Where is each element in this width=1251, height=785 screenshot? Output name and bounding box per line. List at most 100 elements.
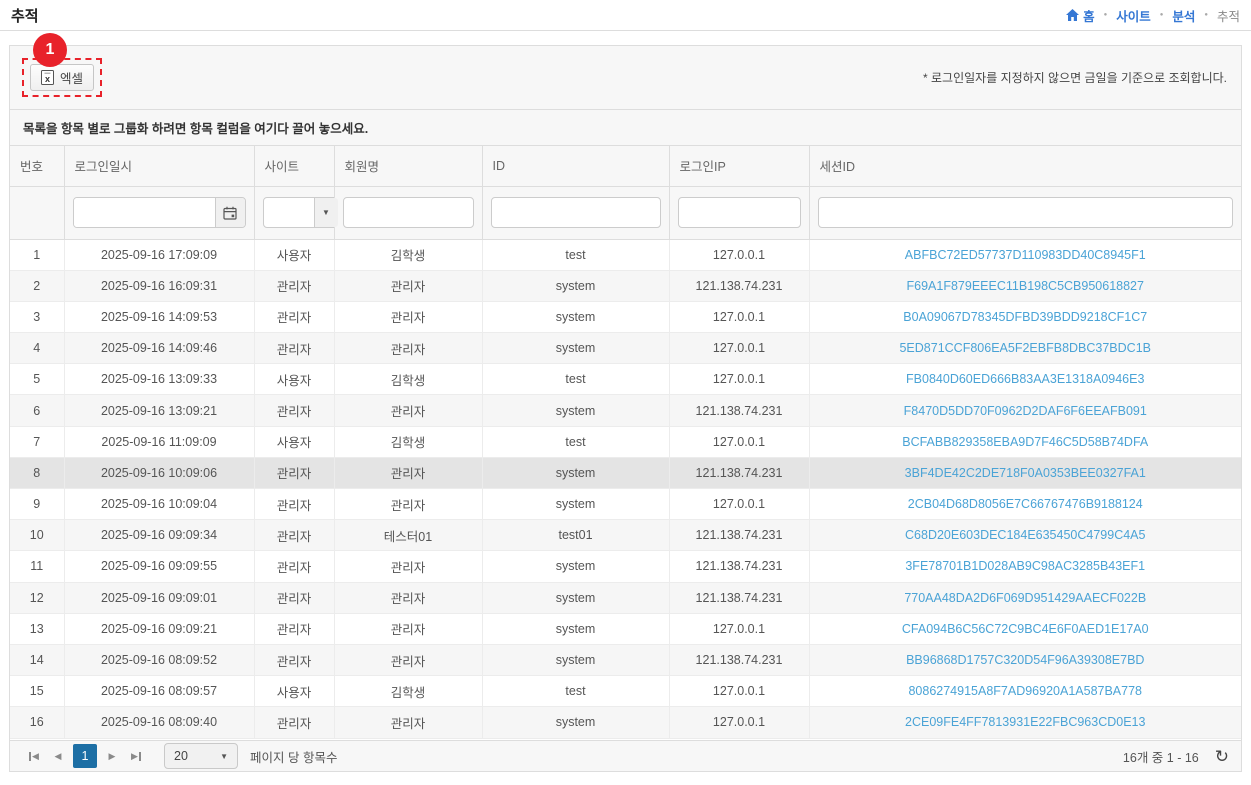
session-id-cell: F8470D5DD70F0962D2DAF6F6EEAFB091 — [809, 395, 1241, 426]
breadcrumb-separator: ● — [1160, 12, 1164, 18]
id-cell: system — [482, 301, 669, 332]
filter-cell-login-ip — [669, 186, 809, 239]
login-datetime-cell: 2025-09-16 13:09:21 — [64, 395, 254, 426]
member-name-filter-input[interactable] — [343, 197, 474, 228]
login-ip-cell: 121.138.74.231 — [669, 520, 809, 551]
table-row[interactable]: 72025-09-16 11:09:09사용자김학생test127.0.0.1B… — [10, 426, 1241, 457]
table-row[interactable]: 152025-09-16 08:09:57사용자김학생test127.0.0.1… — [10, 676, 1241, 707]
row-number-cell: 6 — [10, 395, 64, 426]
id-cell: system — [482, 457, 669, 488]
column-header-site[interactable]: 사이트 — [254, 146, 334, 186]
refresh-button[interactable]: ↻ — [1215, 748, 1229, 765]
site-cell: 관리자 — [254, 489, 334, 520]
session-id-link[interactable]: 2CE09FE4FF7813931E22FBC963CD0E13 — [905, 715, 1145, 729]
login-ip-filter-input[interactable] — [678, 197, 801, 228]
breadcrumb-separator: ● — [1204, 12, 1208, 18]
login-ip-cell: 127.0.0.1 — [669, 301, 809, 332]
id-cell: system — [482, 333, 669, 364]
filter-cell-login-datetime — [64, 186, 254, 239]
session-id-link[interactable]: B0A09067D78345DFBD39BDD9218CF1C7 — [903, 310, 1147, 324]
session-id-link[interactable]: 8086274915A8F7AD96920A1A587BA778 — [908, 684, 1142, 698]
page-size-select[interactable]: 20 ▼ — [164, 743, 238, 769]
site-cell: 관리자 — [254, 613, 334, 644]
column-header-session-id[interactable]: 세션ID — [809, 146, 1241, 186]
table-row[interactable]: 42025-09-16 14:09:46관리자관리자system127.0.0.… — [10, 333, 1241, 364]
login-ip-cell: 127.0.0.1 — [669, 489, 809, 520]
row-number-cell: 13 — [10, 613, 64, 644]
grid-pager: ◀ ◀ 1 ▶ ▶ 20 ▼ 페이지 당 항목수 16개 중 1 - 16 ↻ — [10, 740, 1241, 771]
session-id-link[interactable]: ABFBC72ED57737D110983DD40C8945F1 — [905, 248, 1146, 262]
table-row[interactable]: 52025-09-16 13:09:33사용자김학생test127.0.0.1F… — [10, 364, 1241, 395]
page-1-button[interactable]: 1 — [73, 744, 97, 768]
column-header-no[interactable]: 번호 — [10, 146, 64, 186]
table-row[interactable]: 142025-09-16 08:09:52관리자관리자system121.138… — [10, 644, 1241, 675]
id-cell: system — [482, 551, 669, 582]
column-header-id[interactable]: ID — [482, 146, 669, 186]
breadcrumb-item-1[interactable]: 홈 — [1066, 6, 1095, 25]
session-id-cell: 2CB04D68D8056E7C66767476B9188124 — [809, 489, 1241, 520]
session-id-link[interactable]: BB96868D1757C320D54F96A39308E7BD — [906, 653, 1144, 667]
row-number-cell: 10 — [10, 520, 64, 551]
last-page-button[interactable]: ▶ — [124, 744, 148, 768]
table-row[interactable]: 92025-09-16 10:09:04관리자관리자system127.0.0.… — [10, 489, 1241, 520]
items-per-page-label: 페이지 당 항목수 — [250, 747, 337, 766]
login-datetime-cell: 2025-09-16 17:09:09 — [64, 239, 254, 270]
session-id-link[interactable]: 770AA48DA2D6F069D951429AAECF022B — [904, 591, 1146, 605]
table-row[interactable]: 22025-09-16 16:09:31관리자관리자system121.138.… — [10, 270, 1241, 301]
session-id-link[interactable]: F69A1F879EEEC11B198C5CB950618827 — [907, 279, 1144, 293]
column-header-member-name[interactable]: 회원명 — [334, 146, 482, 186]
id-cell: test01 — [482, 520, 669, 551]
session-id-link[interactable]: C68D20E603DEC184E635450C4799C4A5 — [905, 528, 1145, 542]
table-row[interactable]: 62025-09-16 13:09:21관리자관리자system121.138.… — [10, 395, 1241, 426]
table-row[interactable]: 102025-09-16 09:09:34관리자테스터01test01121.1… — [10, 520, 1241, 551]
session-id-link[interactable]: F8470D5DD70F0962D2DAF6F6EEAFB091 — [904, 404, 1147, 418]
id-cell: system — [482, 270, 669, 301]
calendar-icon — [223, 206, 237, 220]
table-row[interactable]: 112025-09-16 09:09:55관리자관리자system121.138… — [10, 551, 1241, 582]
first-page-button[interactable]: ◀ — [22, 744, 46, 768]
excel-export-button[interactable]: x 엑셀 — [30, 64, 94, 91]
prev-page-button[interactable]: ◀ — [46, 744, 70, 768]
session-id-cell: F69A1F879EEEC11B198C5CB950618827 — [809, 270, 1241, 301]
session-id-cell: 8086274915A8F7AD96920A1A587BA778 — [809, 676, 1241, 707]
login-date-filter-input[interactable] — [74, 198, 215, 227]
last-page-icon: ▶ — [131, 751, 138, 762]
session-id-link[interactable]: 5ED871CCF806EA5F2EBFB8DBC37BDC1B — [899, 341, 1151, 355]
calendar-icon-button[interactable] — [215, 198, 245, 227]
member-name-cell: 관리자 — [334, 395, 482, 426]
login-ip-cell: 127.0.0.1 — [669, 426, 809, 457]
table-row[interactable]: 82025-09-16 10:09:06관리자관리자system121.138.… — [10, 457, 1241, 488]
row-number-cell: 4 — [10, 333, 64, 364]
next-page-button[interactable]: ▶ — [100, 744, 124, 768]
session-id-cell: BCFABB829358EBA9D7F46C5D58B74DFA — [809, 426, 1241, 457]
group-by-drop-area[interactable]: 목록을 항목 별로 그룹화 하려면 항목 컬럼을 여기다 끌어 놓으세요. — [10, 110, 1241, 146]
session-id-link[interactable]: 3FE78701B1D028AB9C98AC3285B43EF1 — [905, 559, 1145, 573]
table-row[interactable]: 32025-09-16 14:09:53관리자관리자system127.0.0.… — [10, 301, 1241, 332]
member-name-cell: 김학생 — [334, 239, 482, 270]
home-icon — [1066, 9, 1079, 21]
table-row[interactable]: 132025-09-16 09:09:21관리자관리자system127.0.0… — [10, 613, 1241, 644]
table-row[interactable]: 162025-09-16 08:09:40관리자관리자system127.0.0… — [10, 707, 1241, 738]
page-title: 추적 — [11, 5, 39, 26]
session-id-filter-input[interactable] — [818, 197, 1234, 228]
session-id-link[interactable]: FB0840D60ED666B83AA3E1318A0946E3 — [906, 372, 1144, 386]
session-id-cell: 770AA48DA2D6F069D951429AAECF022B — [809, 582, 1241, 613]
session-id-link[interactable]: BCFABB829358EBA9D7F46C5D58B74DFA — [902, 435, 1148, 449]
column-header-login-ip[interactable]: 로그인IP — [669, 146, 809, 186]
column-header-login-datetime[interactable]: 로그인일시 — [64, 146, 254, 186]
row-number-cell: 7 — [10, 426, 64, 457]
session-id-link[interactable]: 3BF4DE42C2DE718F0A0353BEE0327FA1 — [905, 466, 1146, 480]
breadcrumb-item-3[interactable]: 분석 — [1172, 6, 1195, 25]
row-number-cell: 16 — [10, 707, 64, 738]
session-id-link[interactable]: CFA094B6C56C72C9BC4E6F0AED1E17A0 — [902, 622, 1149, 636]
login-ip-cell: 121.138.74.231 — [669, 395, 809, 426]
id-filter-input[interactable] — [491, 197, 661, 228]
id-cell: test — [482, 364, 669, 395]
session-id-link[interactable]: 2CB04D68D8056E7C66767476B9188124 — [908, 497, 1143, 511]
id-cell: system — [482, 582, 669, 613]
table-row[interactable]: 12025-09-16 17:09:09사용자김학생test127.0.0.1A… — [10, 239, 1241, 270]
site-filter-dropdown[interactable]: ▼ — [263, 197, 339, 228]
breadcrumb-item-2[interactable]: 사이트 — [1116, 6, 1151, 25]
chevron-down-icon[interactable]: ▼ — [314, 198, 338, 227]
table-row[interactable]: 122025-09-16 09:09:01관리자관리자system121.138… — [10, 582, 1241, 613]
